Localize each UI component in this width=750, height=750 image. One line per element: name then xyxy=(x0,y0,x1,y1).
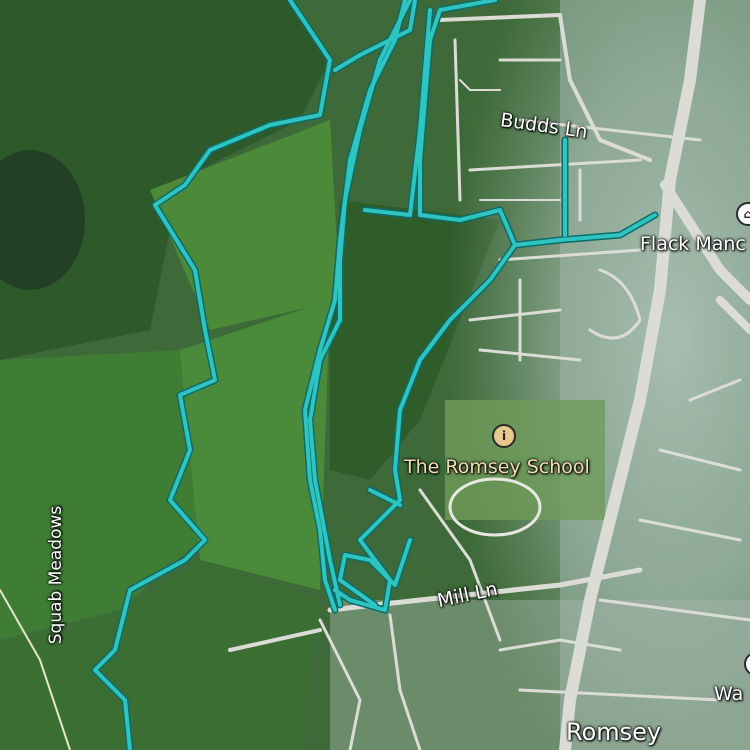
school-icon[interactable]: i xyxy=(492,424,516,448)
label-flack-manor: Flack Manc xyxy=(640,233,746,255)
label-wa: Wa xyxy=(714,683,744,705)
map-canvas[interactable] xyxy=(0,0,750,750)
label-romsey: Romsey xyxy=(566,718,662,746)
map-view[interactable]: Budds Ln ⌂ Flack Manc i The Romsey Schoo… xyxy=(0,0,750,750)
label-squab-meadows: Squab Meadows xyxy=(46,505,67,645)
urban-area-south xyxy=(330,600,750,750)
label-romsey-school[interactable]: The Romsey School xyxy=(404,456,590,478)
